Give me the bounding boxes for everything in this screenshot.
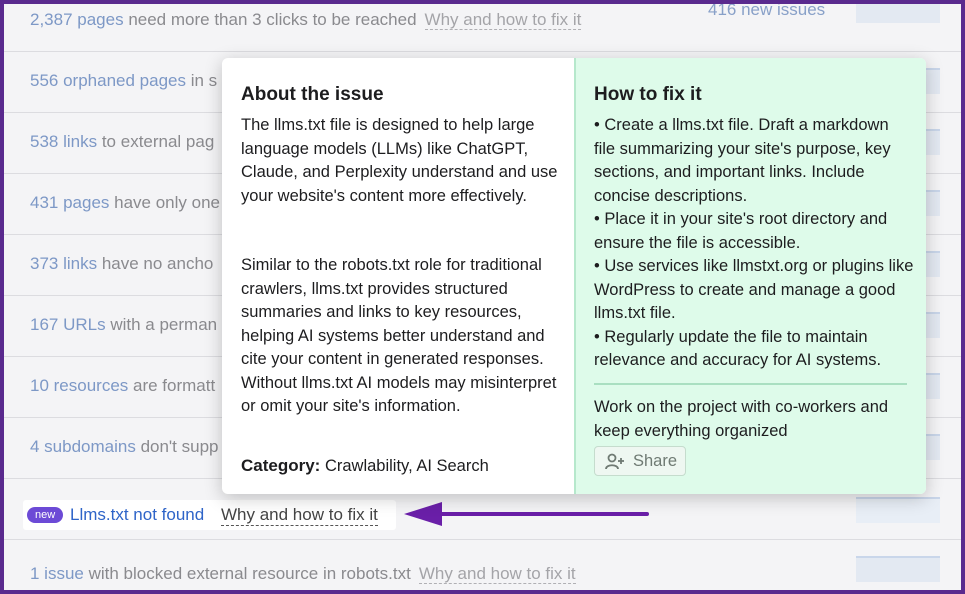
- issue-count-link[interactable]: 1 issue: [30, 564, 84, 583]
- issues-frame: 2,387 pages need more than 3 clicks to b…: [4, 4, 961, 590]
- issue-title-link[interactable]: Llms.txt not found: [70, 505, 204, 525]
- new-badge: new: [27, 507, 64, 523]
- issue-count-link[interactable]: 2,387 pages: [30, 10, 124, 29]
- how-to-fix-heading: How to fix it: [594, 84, 702, 105]
- highlighted-issue-row: new Llms.txt not found Why and how to fi…: [23, 500, 396, 530]
- issue-count-link[interactable]: 373 links: [30, 254, 97, 273]
- list-item: • Create a llms.txt file. Draft a markdo…: [594, 116, 891, 205]
- why-fix-link[interactable]: Why and how to fix it: [424, 10, 582, 30]
- list-item: • Use services like llmstxt.org or plugi…: [594, 257, 914, 322]
- trend-sparkline: [856, 497, 940, 523]
- trend-sparkline: [856, 556, 940, 582]
- row-text: 2,387 pages need more than 3 clicks to b…: [30, 10, 582, 30]
- why-fix-link[interactable]: Why and how to fix it: [418, 564, 576, 584]
- cowork-text: Work on the project with co-workers and …: [594, 398, 889, 440]
- table-row: 2,387 pages need more than 3 clicks to b…: [4, 4, 961, 52]
- issue-count-link[interactable]: 167 URLs: [30, 315, 106, 334]
- share-button[interactable]: Share: [594, 446, 686, 476]
- issue-count-link[interactable]: 431 pages: [30, 193, 109, 212]
- about-issue-heading: About the issue: [241, 84, 384, 105]
- category-value: Crawlability, AI Search: [320, 457, 489, 475]
- how-to-fix-panel: How to fix it • Create a llms.txt file. …: [574, 58, 926, 494]
- issue-count-link[interactable]: 10 resources: [30, 376, 128, 395]
- about-issue-paragraph: The llms.txt file is designed to help la…: [241, 116, 558, 205]
- about-issue-panel: About the issue The llms.txt file is des…: [222, 58, 574, 494]
- list-item: • Regularly update the file to maintain …: [594, 327, 882, 370]
- pointer-arrow-icon: [404, 502, 649, 526]
- issue-count-link[interactable]: 4 subdomains: [30, 437, 136, 456]
- new-issues-link[interactable]: 416 new issues: [708, 4, 825, 20]
- issue-info-popover: About the issue The llms.txt file is des…: [222, 58, 926, 494]
- issue-count-link[interactable]: 538 links: [30, 132, 97, 151]
- share-label: Share: [633, 452, 678, 470]
- divider: [594, 383, 907, 385]
- category-label: Category:: [241, 456, 321, 475]
- category-line: Category: Crawlability, AI Search: [241, 456, 489, 476]
- add-user-icon: [605, 453, 624, 470]
- about-issue-paragraph: Similar to the robots.txt role for tradi…: [241, 256, 557, 415]
- table-row: 1 issue with blocked external resource i…: [4, 540, 961, 590]
- list-item: • Place it in your site's root directory…: [594, 210, 888, 252]
- why-fix-link[interactable]: Why and how to fix it: [221, 505, 378, 526]
- trend-sparkline: [856, 4, 940, 23]
- fix-steps-list: • Create a llms.txt file. Draft a markdo…: [594, 114, 914, 373]
- issue-count-link[interactable]: 556 orphaned pages: [30, 71, 186, 90]
